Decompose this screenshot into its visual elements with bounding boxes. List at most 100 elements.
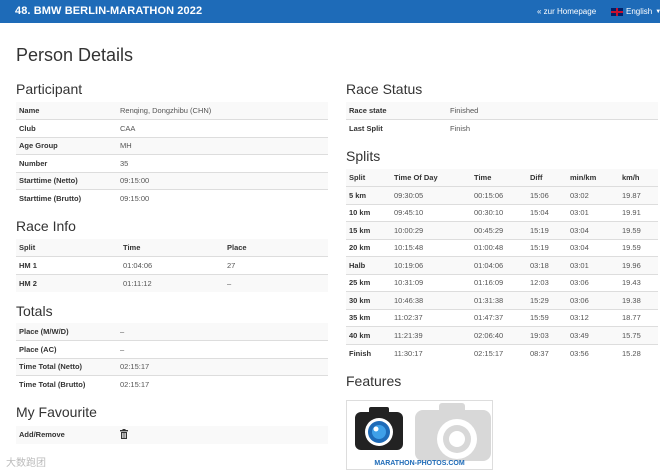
time-of-day-cell: 10:46:38 [391,291,471,309]
time-cell: 00:30:10 [471,203,527,222]
pace-cell: 03:12 [567,308,619,327]
time-cell: 01:16:09 [471,273,527,292]
totals-value: – [117,340,328,358]
speed-cell: 19.96 [619,256,658,274]
participant-value: MH [117,136,328,155]
table-row: Add/Remove [16,426,328,444]
pace-cell: 03:56 [567,343,619,362]
table-row: Place (AC) – [16,340,328,358]
status-value: Finished [447,102,658,120]
participant-heading: Participant [16,81,83,97]
participant-label: Number [16,154,117,172]
table-row: 15 km 10:00:29 00:45:29 15:19 03:04 19.59 [346,221,658,239]
table-row: Last Split Finish [346,119,658,137]
participant-label: Starttime (Brutto) [16,189,117,207]
participant-label: Starttime (Netto) [16,171,117,190]
table-row: Time Total (Brutto) 02:15:17 [16,375,328,393]
marathon-photos-banner[interactable]: MARATHON-PHOTOS.COM [346,400,493,470]
table-row: Finish 11:30:17 02:15:17 08:37 03:56 15.28 [346,343,658,362]
time-cell: 02:15:17 [471,343,527,362]
trash-icon[interactable] [120,428,128,441]
split-cell: 10 km [346,203,391,222]
totals-value: – [117,323,328,341]
pace-cell: 03:01 [567,256,619,274]
totals-value: 02:15:17 [117,375,328,393]
split-cell: HM 1 [16,256,120,274]
diff-cell: 15:06 [527,186,567,204]
time-cell: 02:06:40 [471,326,527,344]
race-status-heading: Race Status [346,81,423,97]
column-header: Diff [527,169,567,187]
totals-heading: Totals [16,303,53,319]
participant-value: 09:15:00 [117,189,328,207]
split-cell: 25 km [346,273,391,292]
column-header: Split [16,239,120,257]
place-cell: – [224,273,328,292]
race-info-heading: Race Info [16,218,76,234]
column-header: Time Of Day [391,169,471,187]
column-header: Time [471,169,527,187]
table-row: 30 km 10:46:38 01:31:38 15:29 03:06 19.38 [346,291,658,309]
table-row: Time Total (Netto) 02:15:17 [16,357,328,376]
diff-cell: 15:29 [527,291,567,309]
home-link[interactable]: « zur Homepage [537,7,596,16]
participant-label: Name [16,102,117,120]
time-of-day-cell: 11:21:39 [391,326,471,344]
split-cell: 5 km [346,186,391,204]
features-heading: Features [346,373,402,389]
camera-outline-icon [415,403,491,461]
split-cell: 30 km [346,291,391,309]
speed-cell: 15.75 [619,326,658,344]
column-header: min/km [567,169,619,187]
pace-cell: 03:04 [567,221,619,239]
speed-cell: 19.87 [619,186,658,204]
diff-cell: 15:59 [527,308,567,327]
table-row: HM 2 01:11:12 – [16,273,328,292]
split-cell: 15 km [346,221,391,239]
features-caption: MARATHON-PHOTOS.COM [374,460,465,467]
language-label: English [626,7,653,16]
pace-cell: 03:01 [567,203,619,222]
speed-cell: 18.77 [619,308,658,327]
language-selector[interactable]: English ▼ [611,7,660,16]
time-of-day-cell: 10:00:29 [391,221,471,239]
table-row: HM 1 01:04:06 27 [16,256,328,274]
time-of-day-cell: 10:31:09 [391,273,471,292]
speed-cell: 19.38 [619,291,658,309]
table-row: Starttime (Brutto) 09:15:00 [16,189,328,207]
time-of-day-cell: 11:02:37 [391,308,471,327]
totals-table: Place (M/W/D) – Place (AC) – Time Total (N… [16,323,328,393]
table-header-row: Split Time Of Day Time Diff min/km km/h [346,169,658,187]
event-title[interactable]: 48. BMW BERLIN-MARATHON 2022 [15,5,202,17]
table-row: 10 km 09:45:10 00:30:10 15:04 03:01 19.91 [346,203,658,222]
camera-icon [355,407,403,450]
participant-value: Renqing, Dongzhibu (CHN) [117,102,328,120]
chevron-down-icon: ▼ [655,8,660,15]
split-cell: Finish [346,343,391,362]
status-value: Finish [447,119,658,137]
race-info-table: Split Time Place HM 1 01:04:06 27 HM 2 0… [16,239,328,292]
column-header: Time [120,239,224,257]
time-cell: 01:00:48 [471,238,527,257]
place-cell: 27 [224,256,328,274]
speed-cell: 19.59 [619,238,658,257]
participant-value: 09:15:00 [117,171,328,190]
participant-label: Club [16,119,117,137]
time-of-day-cell: 09:30:05 [391,186,471,204]
table-row: Halb 10:19:06 01:04:06 03:18 03:01 19.96 [346,256,658,274]
column-header: Place [224,239,328,257]
table-row: 5 km 09:30:05 00:15:06 15:06 03:02 19.87 [346,186,658,204]
pace-cell: 03:02 [567,186,619,204]
pace-cell: 03:06 [567,291,619,309]
time-cell: 01:04:06 [120,256,224,274]
table-row: Place (M/W/D) – [16,323,328,341]
add-remove-label: Add/Remove [16,426,117,444]
time-cell: 01:11:12 [120,273,224,292]
pace-cell: 03:04 [567,238,619,257]
totals-label: Place (AC) [16,340,117,358]
watermark: 大数跑团 [6,458,46,469]
speed-cell: 19.59 [619,221,658,239]
table-row: Age Group MH [16,136,328,155]
participant-label: Age Group [16,136,117,155]
split-cell: 35 km [346,308,391,327]
